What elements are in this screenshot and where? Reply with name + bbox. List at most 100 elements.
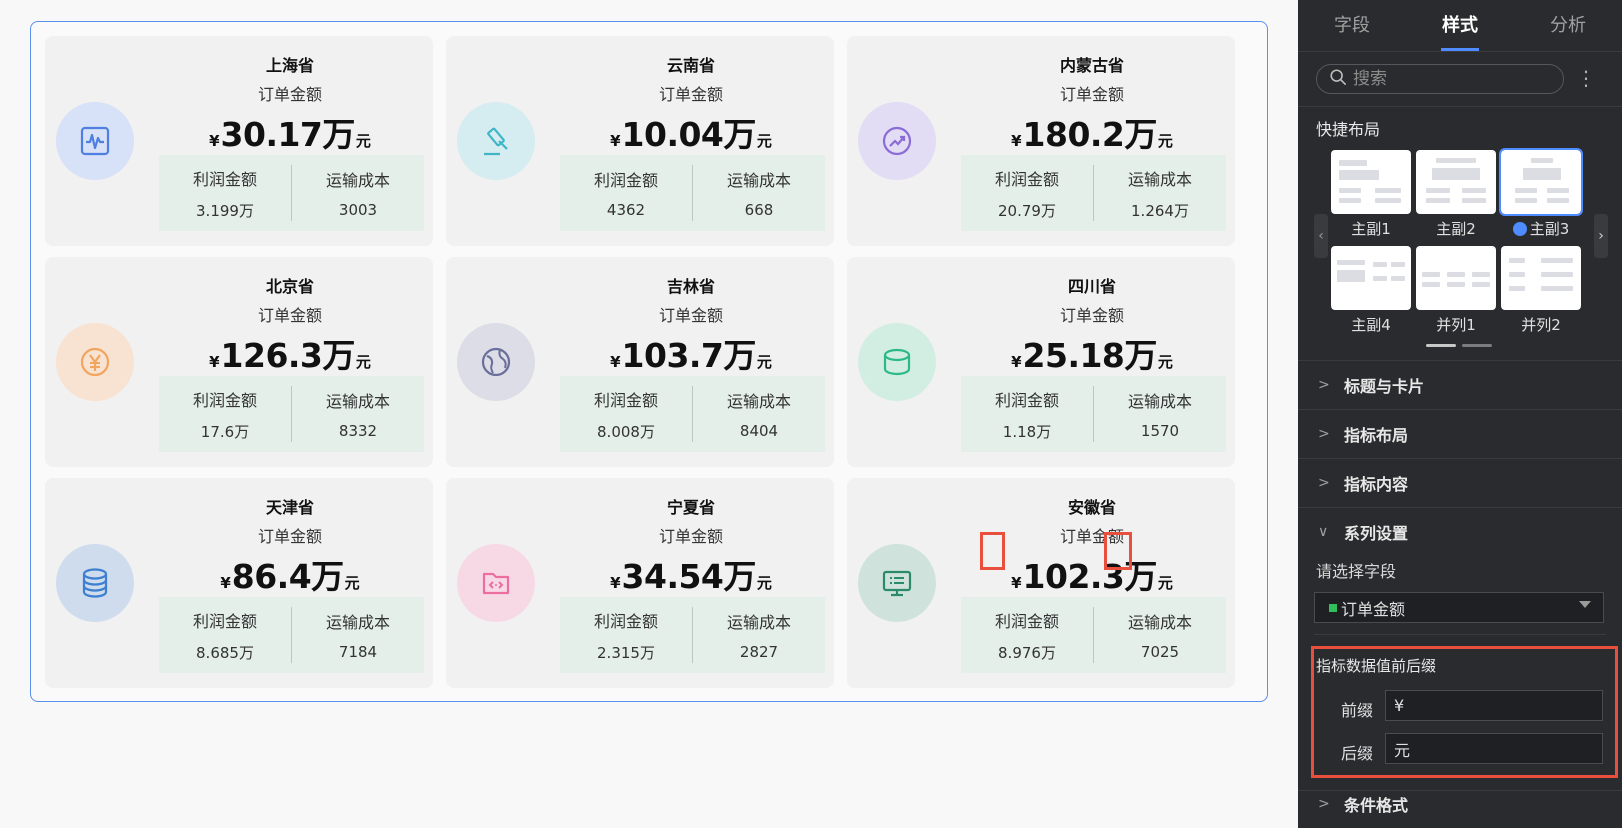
- sub-metric-label: 利润金额: [192, 390, 257, 410]
- value-number: 180.2万: [1022, 115, 1158, 154]
- field-select-label: 请选择字段: [1316, 562, 1397, 581]
- sub-metrics: 利润金额 8.976万 运输成本 7025: [961, 597, 1226, 673]
- kpi-card[interactable]: 内蒙古省 订单金额 ¥ 180.2万 元 利润金额 20.79万 运输成本 1.…: [847, 36, 1235, 246]
- search-icon: [1329, 68, 1347, 90]
- metric-value: ¥ 34.54万 元: [556, 550, 826, 596]
- yen-coin-icon: [80, 347, 110, 377]
- tab-fields[interactable]: 字段: [1298, 0, 1406, 51]
- layout-label: 并列2: [1521, 316, 1561, 334]
- icon-badge: [858, 323, 936, 401]
- icon-badge: [56, 102, 134, 180]
- quick-layout-title: 快捷布局: [1316, 120, 1381, 139]
- sub-metric-value: 3.199万: [196, 201, 254, 220]
- card-title: 北京省: [265, 277, 314, 296]
- section-series-settings[interactable]: ∨ 系列设置: [1298, 508, 1622, 556]
- sub-metric: 利润金额 8.976万: [961, 597, 1093, 673]
- sub-metric-label: 运输成本: [726, 392, 791, 411]
- section-metric-content[interactable]: > 指标内容: [1298, 459, 1622, 507]
- layout-option-1[interactable]: 主副1: [1331, 150, 1411, 239]
- kpi-card[interactable]: 上海省 订单金额 ¥ 30.17万 元 利润金额 3.199万 运输成本 300…: [45, 36, 433, 246]
- sub-metric-value: 668: [744, 201, 774, 219]
- caret-down-icon: [1579, 601, 1591, 608]
- sub-metric: 运输成本 2827: [692, 607, 825, 663]
- metric-value: ¥ 126.3万 元: [155, 329, 425, 375]
- tab-analysis[interactable]: 分析: [1514, 0, 1622, 51]
- sub-metrics: 利润金额 8.685万 运输成本 7184: [159, 597, 424, 673]
- sub-metric-label: 利润金额: [593, 171, 658, 190]
- metric-label: 订单金额: [1059, 85, 1124, 104]
- value-suffix: 元: [1157, 574, 1173, 592]
- sub-metrics: 利润金额 20.79万 运输成本 1.264万: [961, 155, 1226, 231]
- chevron-right-icon: >: [1318, 475, 1330, 491]
- sub-metric: 利润金额 3.199万: [159, 155, 291, 231]
- sub-metric-value: 2827: [739, 643, 779, 661]
- layout-option-6[interactable]: 并列2: [1501, 246, 1581, 335]
- sub-metric-value: 2.315万: [597, 643, 655, 662]
- value-prefix: ¥: [209, 132, 220, 150]
- metric-label: 订单金额: [257, 85, 322, 104]
- value-prefix: ¥: [220, 574, 231, 592]
- more-vertical-icon[interactable]: ⋮: [1576, 64, 1596, 94]
- card-title: 宁夏省: [666, 498, 715, 517]
- value-number: 126.3万: [220, 336, 356, 375]
- card-title: 四川省: [1067, 277, 1116, 296]
- layout-option-5[interactable]: 并列1: [1416, 246, 1496, 335]
- layout-option-2[interactable]: 主副2: [1416, 150, 1496, 239]
- kpi-card[interactable]: 宁夏省 订单金额 ¥ 34.54万 元 利润金额 2.315万 运输成本 282…: [446, 478, 834, 688]
- field-select[interactable]: 订单金额: [1314, 592, 1604, 623]
- section-conditional-format[interactable]: > 条件格式: [1298, 780, 1622, 828]
- layout-thumb: [1416, 150, 1496, 214]
- value-prefix: ¥: [610, 132, 621, 150]
- sub-metric-label: 利润金额: [593, 611, 658, 631]
- prefix-highlight: [980, 532, 1005, 570]
- sub-metric-value: 8332: [338, 422, 378, 440]
- carousel-dots[interactable]: [1426, 344, 1492, 347]
- sub-metric: 利润金额 8.008万: [560, 376, 692, 452]
- search-box[interactable]: [1316, 64, 1564, 94]
- chevron-left-icon[interactable]: ‹: [1314, 214, 1328, 258]
- sub-metric-label: 运输成本: [325, 171, 390, 190]
- chevron-right-icon[interactable]: ›: [1594, 214, 1608, 258]
- kpi-card[interactable]: 四川省 订单金额 ¥ 25.18万 元 利润金额 1.18万 运输成本 1570: [847, 257, 1235, 467]
- kpi-card[interactable]: 吉林省 订单金额 ¥ 103.7万 元 利润金额 8.008万 运输成本 840…: [446, 257, 834, 467]
- kpi-card[interactable]: 安徽省 订单金额 ¥ 102.3万 元 利润金额 8.976万 运输成本 702…: [847, 478, 1235, 688]
- divider: [1298, 106, 1622, 107]
- sub-metric-label: 运输成本: [325, 613, 390, 632]
- layout-option-3[interactable]: 主副3: [1499, 148, 1583, 239]
- sub-metrics: 利润金额 2.315万 运输成本 2827: [560, 597, 825, 673]
- layout-label: 主副2: [1436, 220, 1476, 238]
- sub-metric-label: 运输成本: [1127, 613, 1192, 632]
- layout-option-4[interactable]: 主副4: [1331, 246, 1411, 335]
- sub-metric: 运输成本 8404: [692, 386, 825, 442]
- search-input[interactable]: [1353, 69, 1553, 89]
- metric-value: ¥ 25.18万 元: [957, 329, 1227, 375]
- metric-value: ¥ 86.4万 元: [155, 550, 425, 596]
- card-title: 安徽省: [1067, 498, 1116, 517]
- kpi-card-group[interactable]: 上海省 订单金额 ¥ 30.17万 元 利润金额 3.199万 运输成本 300…: [30, 21, 1268, 702]
- sub-metrics: 利润金额 4362 运输成本 668: [560, 155, 825, 231]
- metric-label: 订单金额: [257, 306, 322, 325]
- kpi-card[interactable]: 北京省 订单金额 ¥ 126.3万 元 利润金额 17.6万 运输成本 8332: [45, 257, 433, 467]
- kpi-card[interactable]: 云南省 订单金额 ¥ 10.04万 元 利润金额 4362 运输成本 668: [446, 36, 834, 246]
- value-number: 10.04万: [621, 115, 757, 154]
- heartbeat-chart-icon: [80, 126, 110, 156]
- section-title-card[interactable]: > 标题与卡片: [1298, 361, 1622, 409]
- sub-metric-label: 利润金额: [994, 611, 1059, 631]
- value-number: 102.3万: [1022, 557, 1158, 596]
- value-number: 25.18万: [1022, 336, 1158, 375]
- section-metric-layout[interactable]: > 指标布局: [1298, 410, 1622, 458]
- value-prefix: ¥: [610, 353, 621, 371]
- sub-metric: 运输成本 668: [692, 165, 825, 221]
- sub-metric: 运输成本 1.264万: [1093, 165, 1226, 221]
- metric-value: ¥ 103.7万 元: [556, 329, 826, 375]
- card-title: 内蒙古省: [1059, 56, 1124, 75]
- sub-metric-value: 7025: [1140, 643, 1180, 661]
- sub-metrics: 利润金额 17.6万 运输成本 8332: [159, 376, 424, 452]
- sub-metric-label: 运输成本: [726, 613, 791, 632]
- kpi-card[interactable]: 天津省 订单金额 ¥ 86.4万 元 利润金额 8.685万 运输成本 7184: [45, 478, 433, 688]
- tab-style[interactable]: 样式: [1406, 0, 1514, 51]
- icon-badge: [457, 544, 535, 622]
- layout-label: 主副3: [1529, 220, 1570, 238]
- field-selected-value: 订单金额: [1341, 599, 1406, 619]
- layout-label: 主副4: [1351, 316, 1391, 334]
